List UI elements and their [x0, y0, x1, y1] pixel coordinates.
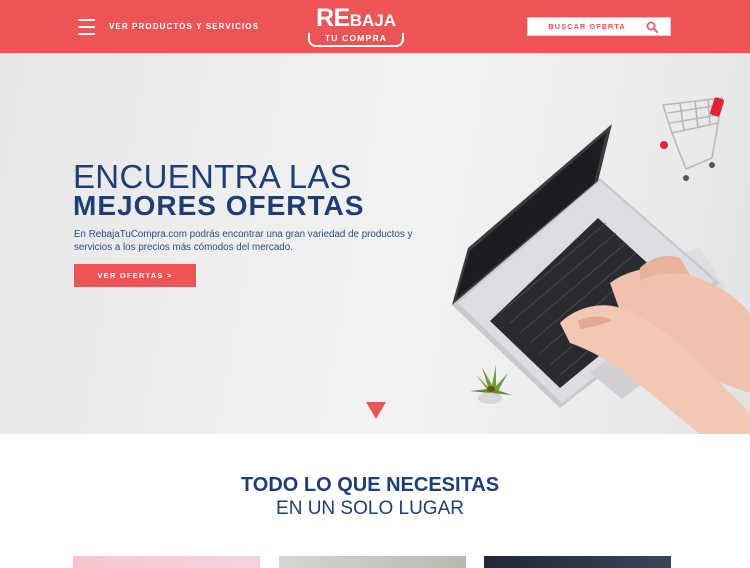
plant-image: [470, 365, 512, 404]
category-card-1[interactable]: [73, 556, 260, 568]
view-offers-button[interactable]: VER OFERTAS >: [74, 264, 196, 287]
search-icon[interactable]: [646, 21, 658, 33]
chevron-down-icon[interactable]: [366, 402, 386, 419]
hero-title-line2: MEJORES OFERTAS: [73, 190, 365, 221]
category-card-2[interactable]: [279, 556, 466, 568]
site-header: VER PRODUCTOS Y SERVICIOS REBAJA TU COMP…: [0, 0, 750, 53]
logo-tagline-box: TU COMPRA: [308, 33, 404, 47]
section-title-line2: EN UN SOLO LUGAR: [276, 498, 464, 519]
hero-description: En RebajaTuCompra.com podrás encontrar u…: [74, 229, 413, 253]
logo-wordmark: REBAJA: [315, 4, 397, 32]
nav-products-services-link[interactable]: VER PRODUCTOS Y SERVICIOS: [109, 22, 259, 31]
site-logo[interactable]: REBAJA TU COMPRA: [308, 4, 404, 47]
menu-icon[interactable]: [78, 19, 95, 35]
logo-tagline: TU COMPRA: [324, 33, 388, 43]
search-placeholder: BUSCAR OFERTA: [548, 22, 626, 31]
category-card-3[interactable]: [484, 556, 671, 568]
section-title-line1: TODO LO QUE NECESITAS: [240, 474, 500, 496]
search-input[interactable]: BUSCAR OFERTA: [527, 17, 671, 36]
hero-banner: ENCUENTRA LAS MEJORES OFERTAS En RebajaT…: [0, 53, 750, 434]
